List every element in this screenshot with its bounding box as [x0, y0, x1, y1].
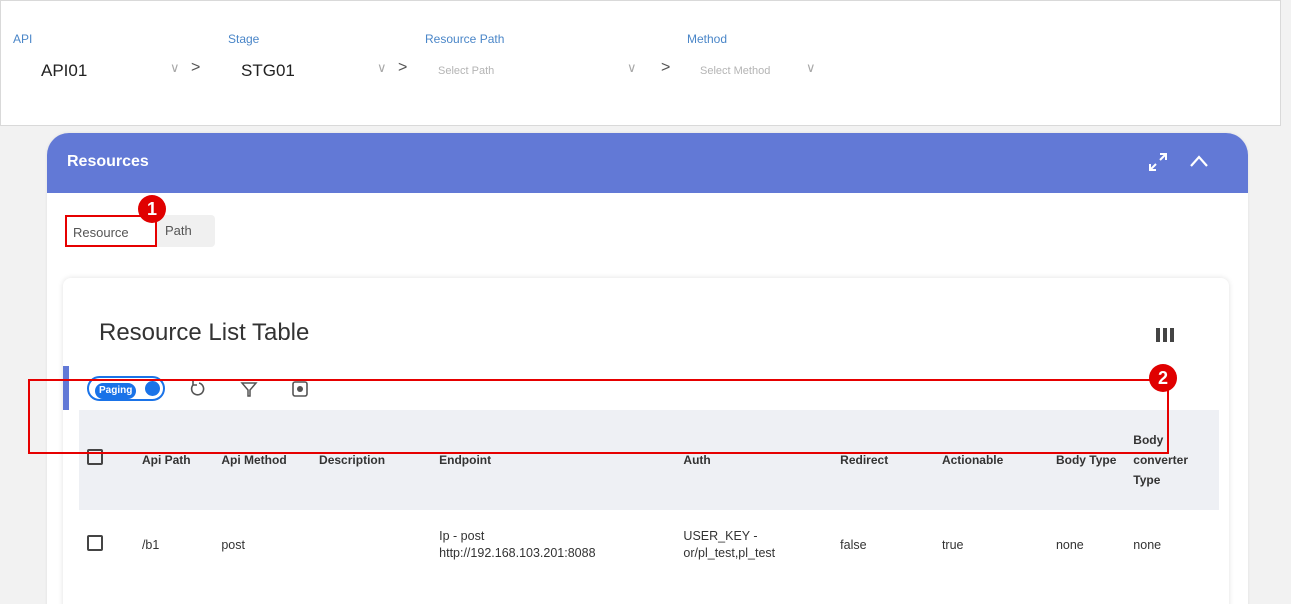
method-select[interactable]: Select Method — [700, 65, 770, 77]
description-cell — [311, 510, 431, 580]
redirect-cell: false — [840, 537, 867, 552]
chevron-down-icon[interactable]: ∨ — [170, 60, 180, 76]
column-header[interactable]: Redirect — [832, 410, 934, 510]
column-header[interactable]: Description — [311, 410, 431, 510]
column-header[interactable]: Body converter Type — [1125, 410, 1219, 510]
annotation-badge-2: 2 — [1149, 364, 1177, 392]
card-title: Resource List Table — [99, 319, 310, 346]
chevron-up-icon[interactable] — [1187, 149, 1211, 173]
stage-select[interactable]: STG01 — [241, 61, 295, 81]
api-path-cell: /b1 — [141, 537, 160, 552]
columns-icon[interactable] — [1156, 328, 1174, 342]
chevron-down-icon[interactable]: ∨ — [377, 60, 387, 76]
resource-list-card: Resource List Table Paging Api Path Api … — [63, 278, 1229, 604]
endpoint-cell: Ip - post http://192.168.103.201:8088 — [431, 510, 675, 580]
refresh-icon[interactable] — [188, 380, 206, 398]
api-method-cell: post — [221, 537, 245, 552]
column-header[interactable]: Endpoint — [431, 410, 675, 510]
column-header[interactable]: Body Type — [1048, 410, 1125, 510]
filter-icon[interactable] — [240, 380, 258, 398]
body-type-cell: none — [1055, 537, 1084, 552]
paging-toggle[interactable]: Paging — [87, 376, 165, 401]
body-converter-type-cell: none — [1133, 537, 1162, 552]
method-label: Method — [687, 32, 728, 46]
column-header[interactable]: Actionable — [934, 410, 1048, 510]
resource-path-select[interactable]: Select Path — [438, 65, 494, 77]
annotation-badge-1: 1 — [138, 195, 166, 223]
chevron-down-icon[interactable]: ∨ — [806, 60, 816, 76]
table-row[interactable]: /b1 post Ip - post http://192.168.103.20… — [79, 510, 1219, 580]
auth-cell: USER_KEY - or/pl_test,pl_test — [675, 510, 832, 580]
endpoint-name: Ip - post — [439, 529, 485, 543]
column-header[interactable]: Api Method — [213, 410, 311, 510]
auth-value: or/pl_test,pl_test — [683, 546, 776, 560]
resource-path-label: Resource Path — [425, 32, 505, 46]
api-label: API — [13, 32, 33, 46]
column-header[interactable]: Api Path — [134, 410, 213, 510]
api-select[interactable]: API01 — [41, 61, 87, 81]
endpoint-url: http://192.168.103.201:8088 — [439, 546, 596, 560]
chevron-down-icon[interactable]: ∨ — [627, 60, 637, 76]
breadcrumb-separator-icon: > — [191, 59, 201, 76]
toolbar-accent — [63, 366, 69, 410]
paging-label: Paging — [95, 383, 137, 399]
actionable-cell: true — [941, 537, 964, 552]
tab-bar: Resource Path — [65, 215, 215, 247]
panel-header: Resources — [47, 133, 1248, 193]
settings-icon[interactable] — [291, 380, 309, 398]
stage-label: Stage — [228, 32, 260, 46]
expand-icon[interactable] — [1147, 151, 1169, 173]
row-checkbox[interactable] — [87, 534, 103, 551]
select-all-checkbox[interactable] — [87, 449, 103, 465]
filter-bar: API API01 ∨ > Stage STG01 ∨ > Resource P… — [0, 0, 1281, 126]
breadcrumb-separator-icon: > — [398, 59, 408, 76]
toggle-knob — [143, 379, 162, 398]
panel-title: Resources — [67, 153, 149, 170]
auth-key: USER_KEY - — [683, 529, 758, 543]
breadcrumb-separator-icon: > — [661, 59, 671, 76]
column-header[interactable]: Auth — [675, 410, 832, 510]
table-header-row: Api Path Api Method Description Endpoint… — [79, 410, 1219, 510]
resources-panel: Resources Resource Path 1 Resource List … — [47, 133, 1248, 604]
tab-path[interactable]: Path — [165, 215, 192, 247]
resource-table: Api Path Api Method Description Endpoint… — [79, 410, 1219, 580]
